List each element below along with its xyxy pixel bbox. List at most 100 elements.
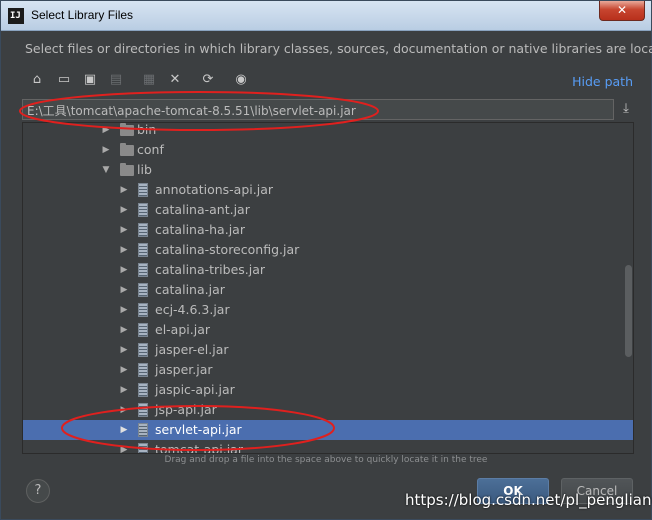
tree-item-label: tomcat-api.jar — [155, 442, 243, 454]
tree-item-label: jasper-el.jar — [155, 342, 229, 357]
tree-item-label: catalina-ant.jar — [155, 202, 250, 217]
delete-icon: ✕ — [169, 72, 181, 87]
file-chooser-toolbar: ⌂ ▭ ▣ ▤ ▦ ✕ ⟳ ◉ — [25, 70, 635, 92]
dialog-title: Select Library Files — [31, 8, 134, 22]
refresh-button[interactable]: ⟳ — [198, 70, 218, 90]
jar-file-icon — [138, 343, 148, 357]
home-button[interactable]: ⌂ — [27, 70, 47, 90]
expand-right-arrow-icon[interactable]: ▶ — [101, 140, 111, 160]
expand-right-arrow-icon[interactable]: ▶ — [119, 340, 129, 360]
tree-row[interactable]: ▶ tomcat-api.jar — [23, 440, 633, 454]
folder-icon — [120, 163, 134, 176]
expand-right-arrow-icon[interactable]: ▶ — [119, 380, 129, 400]
expand-right-arrow-icon[interactable]: ▶ — [119, 180, 129, 200]
tree-row[interactable]: ▶ jasper-el.jar — [23, 340, 633, 360]
jar-file-icon — [138, 443, 148, 453]
tree-row-selected[interactable]: ▶ servlet-api.jar — [23, 420, 633, 440]
help-button[interactable]: ? — [26, 479, 50, 503]
expand-right-arrow-icon[interactable]: ▶ — [119, 300, 129, 320]
new-folder-button[interactable]: ▦ — [139, 70, 159, 90]
jar-file-icon — [138, 263, 148, 277]
drag-drop-hint: Drag and drop a file into the space abov… — [164, 455, 488, 465]
tree-row[interactable]: ▶ catalina-ant.jar — [23, 200, 633, 220]
tree-item-label: servlet-api.jar — [155, 422, 242, 437]
show-hidden-button[interactable]: ◉ — [231, 70, 251, 90]
jar-file-icon — [138, 183, 148, 197]
expand-right-arrow-icon[interactable]: ▶ — [119, 420, 129, 440]
jar-file-icon — [138, 403, 148, 417]
expand-right-arrow-icon[interactable]: ▶ — [119, 260, 129, 280]
folder-icon — [120, 143, 134, 156]
project-folder-icon: ▣ — [83, 72, 97, 87]
tree-row[interactable]: ▼ lib — [23, 160, 633, 180]
path-field-container — [22, 99, 614, 120]
home-icon: ⌂ — [32, 72, 42, 87]
tree-item-label: catalina.jar — [155, 282, 225, 297]
tree-item-label: annotations-api.jar — [155, 182, 273, 197]
dialog-content: Select files or directories in which lib… — [5, 32, 652, 515]
tree-row[interactable]: ▶ annotations-api.jar — [23, 180, 633, 200]
expand-right-arrow-icon[interactable]: ▶ — [101, 123, 111, 140]
new-folder-icon: ▦ — [142, 72, 156, 87]
tree-item-label: jasper.jar — [155, 362, 213, 377]
expand-right-arrow-icon[interactable]: ▶ — [119, 360, 129, 380]
tree-row[interactable]: ▶ conf — [23, 140, 633, 160]
expand-right-arrow-icon[interactable]: ▶ — [119, 400, 129, 420]
delete-button[interactable]: ✕ — [165, 70, 185, 90]
jar-file-icon — [138, 243, 148, 257]
watermark: https://blog.csdn.net/pl_pengliang — [405, 491, 652, 509]
tree-row[interactable]: ▶ catalina-tribes.jar — [23, 260, 633, 280]
tree-row[interactable]: ▶ ecj-4.6.3.jar — [23, 300, 633, 320]
expand-right-arrow-icon[interactable]: ▶ — [119, 440, 129, 453]
module-folder-button[interactable]: ▤ — [106, 70, 126, 90]
tree-row[interactable]: ▶ catalina-storeconfig.jar — [23, 240, 633, 260]
tree-row[interactable]: ▶ jsp-api.jar — [23, 400, 633, 420]
expand-right-arrow-icon[interactable]: ▶ — [119, 240, 129, 260]
jar-file-icon — [138, 423, 148, 437]
tree-row[interactable]: ▶ jaspic-api.jar — [23, 380, 633, 400]
tree-row[interactable]: ▶ jasper.jar — [23, 360, 633, 380]
tree-item-label: jaspic-api.jar — [155, 382, 235, 397]
folder-icon — [120, 123, 134, 136]
module-folder-icon: ▤ — [109, 72, 123, 87]
tree-item-label: bin — [137, 122, 157, 137]
tree-row[interactable]: ▶ catalina-ha.jar — [23, 220, 633, 240]
jar-file-icon — [138, 223, 148, 237]
expand-right-arrow-icon[interactable]: ▶ — [119, 200, 129, 220]
tree-row[interactable]: ▶ el-api.jar — [23, 320, 633, 340]
tree-item-label: lib — [137, 162, 152, 177]
close-button[interactable]: ✕ — [599, 1, 645, 21]
select-library-files-dialog: IJ Select Library Files ✕ Select files o… — [0, 0, 652, 520]
dialog-description: Select files or directories in which lib… — [25, 41, 652, 56]
tree-item-label: el-api.jar — [155, 322, 210, 337]
jar-file-icon — [138, 303, 148, 317]
intellij-app-icon: IJ — [8, 8, 24, 24]
path-input[interactable] — [23, 101, 613, 120]
refresh-icon: ⟳ — [202, 72, 214, 87]
tree-item-label: catalina-ha.jar — [155, 222, 245, 237]
project-folder-button[interactable]: ▣ — [80, 70, 100, 90]
download-icon[interactable]: ⤓ — [618, 101, 634, 117]
tree-item-label: catalina-tribes.jar — [155, 262, 266, 277]
jar-file-icon — [138, 383, 148, 397]
expand-right-arrow-icon[interactable]: ▶ — [119, 280, 129, 300]
hide-path-link[interactable]: Hide path — [572, 74, 633, 89]
jar-file-icon — [138, 363, 148, 377]
jar-file-icon — [138, 283, 148, 297]
expand-down-arrow-icon[interactable]: ▼ — [101, 160, 111, 180]
jar-file-icon — [138, 203, 148, 217]
tree-item-label: ecj-4.6.3.jar — [155, 302, 230, 317]
tree-row[interactable]: ▶ catalina.jar — [23, 280, 633, 300]
file-tree[interactable]: ▶ bin ▶ conf ▼ lib ▶ annotations-api.jar ▶ catali… — [22, 122, 634, 454]
expand-right-arrow-icon[interactable]: ▶ — [119, 320, 129, 340]
show-hidden-icon: ◉ — [235, 72, 247, 87]
desktop-button[interactable]: ▭ — [54, 70, 74, 90]
tree-row[interactable]: ▶ bin — [23, 122, 633, 140]
title-bar[interactable]: IJ Select Library Files ✕ — [1, 1, 651, 31]
desktop-icon: ▭ — [57, 72, 71, 87]
expand-right-arrow-icon[interactable]: ▶ — [119, 220, 129, 240]
tree-scrollbar[interactable] — [625, 265, 632, 357]
jar-file-icon — [138, 323, 148, 337]
tree-item-label: conf — [137, 142, 164, 157]
tree-item-label: jsp-api.jar — [155, 402, 217, 417]
